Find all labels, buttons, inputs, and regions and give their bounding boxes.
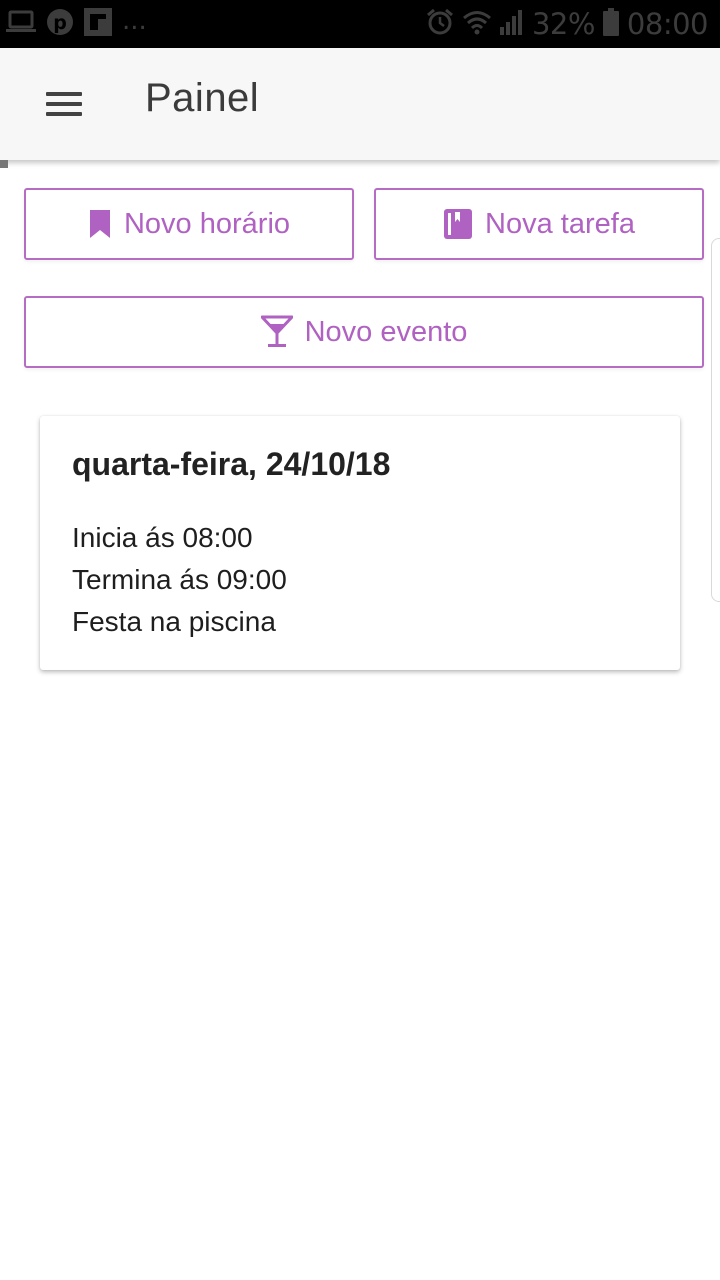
- status-bar: p ... 32% 08:00: [0, 0, 720, 48]
- laptop-icon: [6, 9, 36, 40]
- side-drawer-edge[interactable]: [711, 238, 720, 602]
- clock: 08:00: [626, 7, 709, 41]
- event-card[interactable]: quarta-feira, 24/10/18 Inicia ás 08:00 T…: [40, 416, 680, 670]
- alarm-icon: [426, 8, 454, 41]
- menu-icon[interactable]: [40, 84, 88, 124]
- event-description: Festa na piscina: [72, 606, 276, 637]
- status-bar-system: 32% 08:00: [426, 7, 709, 41]
- new-event-button[interactable]: Novo evento: [24, 296, 704, 368]
- app-bar: Painel: [0, 48, 720, 160]
- new-event-label: Novo evento: [304, 315, 468, 348]
- page-title: Painel: [145, 76, 260, 120]
- scroll-edge-indicator: [0, 160, 8, 168]
- new-schedule-label: Novo horário: [123, 207, 291, 240]
- pinterest-icon: p: [46, 8, 74, 41]
- battery-percentage: 32%: [531, 7, 595, 41]
- cocktail-icon: [260, 315, 293, 349]
- event-start-time: Inicia ás 08:00: [72, 522, 253, 553]
- flipboard-icon: [84, 7, 112, 41]
- book-icon: [443, 208, 473, 240]
- event-date: quarta-feira, 24/10/18: [72, 446, 391, 482]
- new-task-label: Nova tarefa: [485, 207, 635, 240]
- status-bar-notifications: p ...: [6, 6, 147, 41]
- more-notifications: ...: [122, 6, 147, 36]
- bookmark-icon: [88, 208, 112, 240]
- battery-icon: [602, 7, 619, 41]
- event-end-time: Termina ás 09:00: [72, 564, 287, 595]
- new-schedule-button[interactable]: Novo horário: [24, 188, 354, 260]
- signal-icon: [499, 9, 524, 40]
- svg-text:p: p: [53, 12, 67, 34]
- wifi-icon: [462, 9, 492, 40]
- new-task-button[interactable]: Nova tarefa: [374, 188, 704, 260]
